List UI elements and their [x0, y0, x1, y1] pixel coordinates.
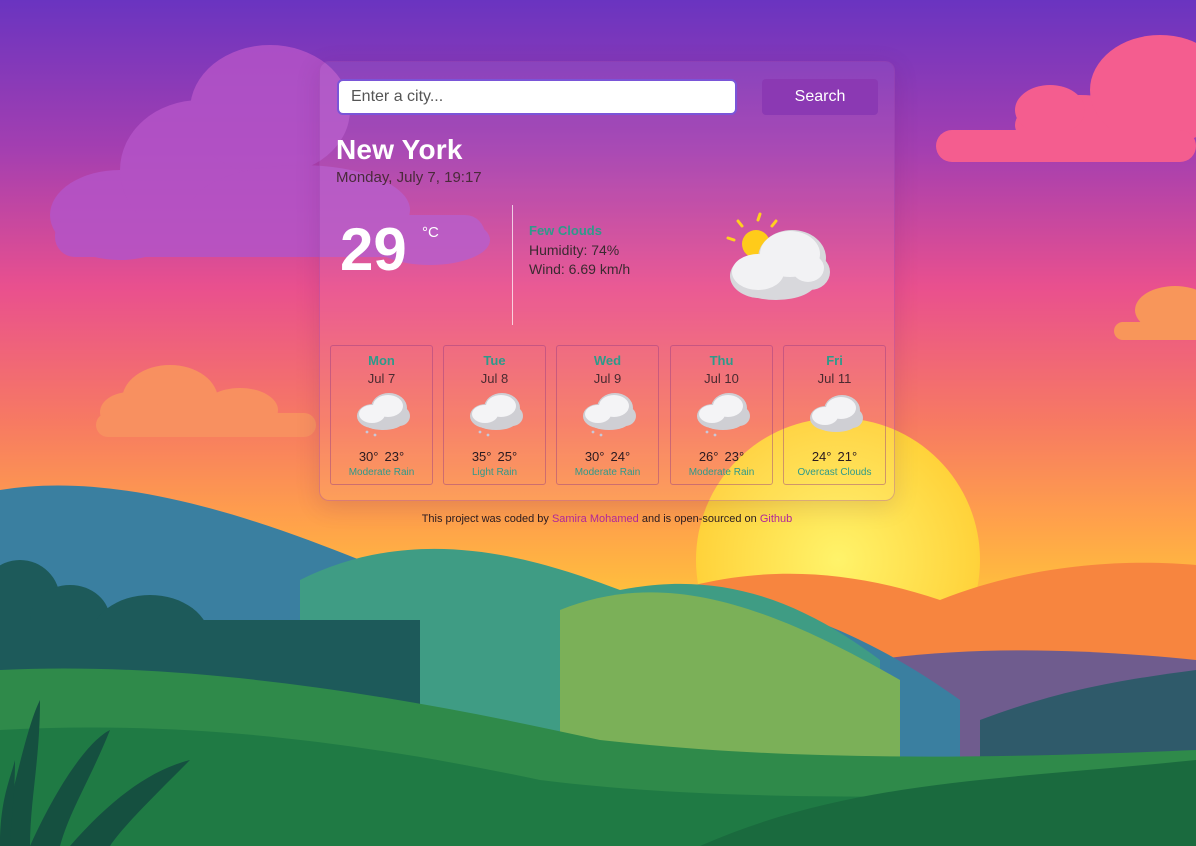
forecast-description: Overcast Clouds [797, 467, 872, 478]
weather-card: Search New York Monday, July 7, 19:17 29… [319, 61, 895, 501]
author-link[interactable]: Samira Mohamed [552, 513, 639, 525]
forecast-day-fri: Fri Jul 11 24° 21° Overcast Clouds [783, 345, 886, 485]
forecast-day-name: Thu [709, 353, 734, 368]
city-name: New York [336, 134, 463, 165]
forecast-low: 23° [384, 449, 405, 464]
forecast-temps: 26° 23° [671, 449, 772, 464]
forecast-day-name: Mon [368, 353, 395, 368]
current-date: Monday, July 7, 19:17 [336, 169, 482, 186]
forecast-high: 30° [584, 449, 605, 464]
forecast-high: 30° [358, 449, 379, 464]
forecast-day-name: Fri [826, 353, 843, 368]
footer-prefix: This project was coded by [421, 513, 549, 525]
divider [512, 205, 513, 325]
humidity: Humidity: 74% [529, 242, 620, 258]
footer: This project was coded by Samira Mohamed… [0, 513, 1196, 525]
search-button[interactable]: Search [762, 79, 878, 115]
footer-middle: and is open-sourced on [641, 513, 757, 525]
city-search-input[interactable] [337, 79, 737, 115]
sun-behind-cloud-icon [720, 212, 832, 307]
cloud-far-right [1114, 286, 1196, 340]
rain-cloud-icon [355, 388, 411, 443]
forecast-temps: 35° 25° [444, 449, 545, 464]
current-condition: Few Clouds [529, 223, 602, 238]
forecast-date: Jul 11 [817, 371, 852, 386]
forecast-high: 35° [471, 449, 492, 464]
forecast-day-tue: Tue Jul 8 35° 25° Light Rain [443, 345, 546, 485]
wind-speed: Wind: 6.69 km/h [529, 261, 631, 277]
forecast-day-name: Wed [593, 353, 622, 368]
rain-cloud-icon [468, 388, 524, 443]
forecast-day-name: Tue [483, 353, 506, 368]
cloud-icon [808, 388, 864, 443]
github-link[interactable]: Github [760, 513, 792, 525]
forecast-day-wed: Wed Jul 9 30° 24° Moderate Rain [556, 345, 659, 485]
rain-cloud-icon [581, 388, 637, 443]
forecast-description: Light Rain [471, 467, 518, 478]
forecast-low: 24° [610, 449, 631, 464]
forecast-date: Jul 9 [593, 371, 622, 386]
forecast-description: Moderate Rain [348, 467, 415, 478]
forecast-day-mon: Mon Jul 7 30° 23° Moderate Rain [330, 345, 433, 485]
forecast-temps: 24° 21° [784, 449, 885, 464]
forecast-date: Jul 8 [480, 371, 509, 386]
forecast-temps: 30° 24° [557, 449, 658, 464]
forecast-low: 23° [724, 449, 745, 464]
forecast-low: 21° [837, 449, 858, 464]
forecast-date: Jul 10 [704, 371, 739, 386]
current-temperature: 29 [340, 216, 407, 283]
rain-cloud-icon [695, 388, 751, 443]
forecast-day-thu: Thu Jul 10 26° 23° Moderate Rain [670, 345, 773, 485]
forecast-description: Moderate Rain [574, 467, 641, 478]
forecast-high: 24° [811, 449, 832, 464]
temperature-unit[interactable]: °C [422, 224, 439, 241]
forecast-low: 25° [497, 449, 518, 464]
forecast-date: Jul 7 [367, 371, 396, 386]
cloud-right [936, 35, 1196, 162]
forecast-high: 26° [698, 449, 719, 464]
forecast-description: Moderate Rain [688, 467, 755, 478]
cloud-mid-left [96, 365, 316, 437]
forecast-temps: 30° 23° [331, 449, 432, 464]
